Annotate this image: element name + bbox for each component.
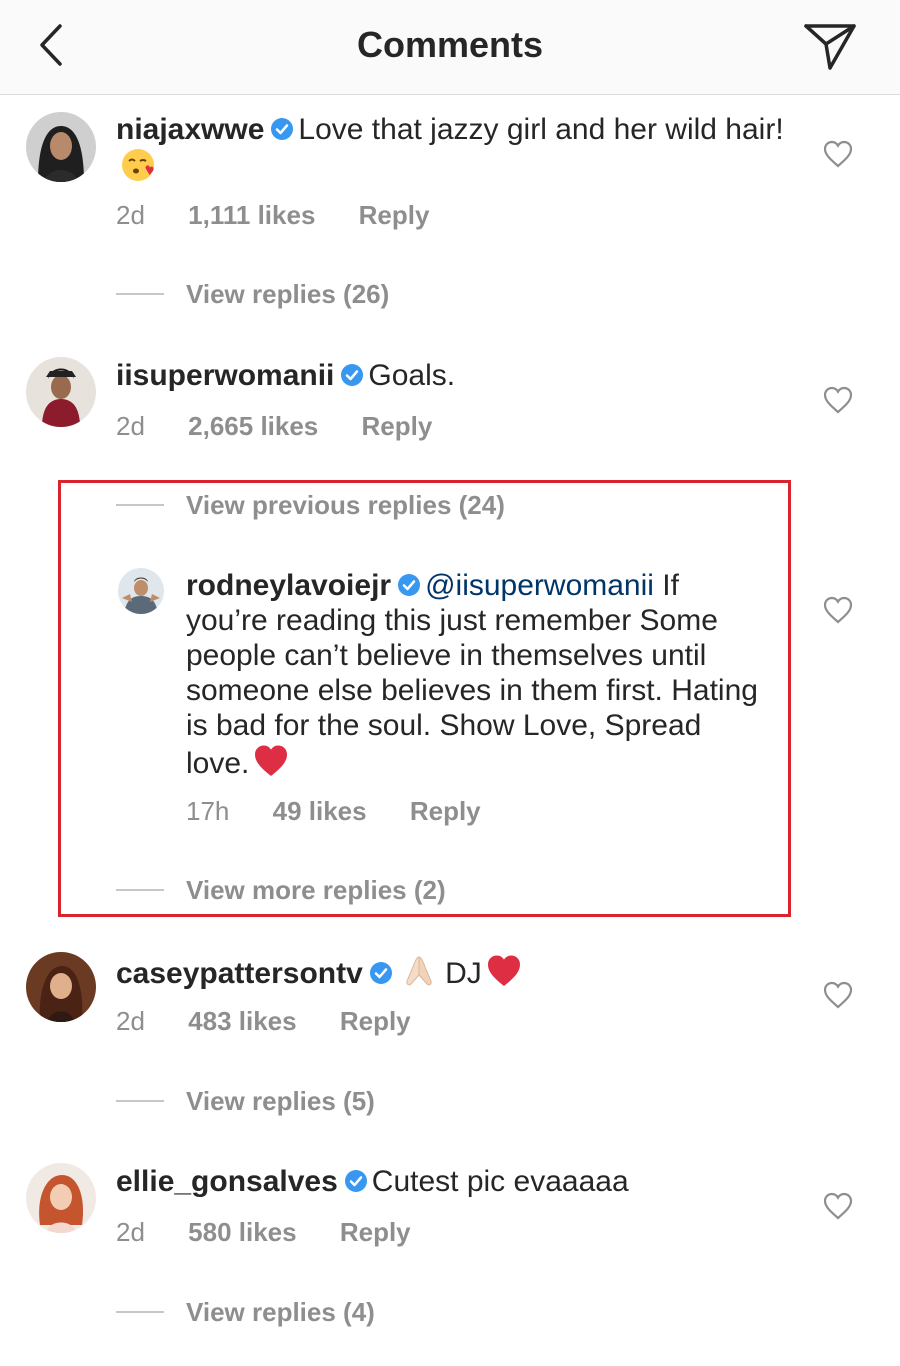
comment-username[interactable]: iisuperwomanii bbox=[116, 359, 334, 392]
comment-meta: 2d 2,665 likes Reply bbox=[116, 411, 432, 441]
like-heart-icon[interactable] bbox=[822, 980, 854, 1010]
like-heart-icon[interactable] bbox=[822, 385, 854, 415]
page-title: Comments bbox=[356, 24, 544, 65]
replies-divider bbox=[116, 1311, 164, 1313]
reply-button[interactable]: Reply bbox=[410, 796, 481, 826]
verified-badge-icon bbox=[341, 364, 364, 386]
view-more-replies-button[interactable]: View more replies (2) bbox=[186, 875, 446, 905]
header-bar: Comments bbox=[0, 0, 900, 95]
verified-badge-icon bbox=[344, 1170, 367, 1192]
like-heart-icon[interactable] bbox=[822, 595, 854, 625]
red-heart-emoji-icon bbox=[487, 955, 520, 986]
replies-divider bbox=[116, 504, 164, 506]
comment-likes[interactable]: 1,111 likes bbox=[188, 200, 315, 230]
reply-time: 17h bbox=[186, 796, 230, 826]
comment-username[interactable]: niajaxwwe bbox=[116, 113, 264, 146]
comment-meta: 2d 1,111 likes Reply bbox=[116, 200, 429, 230]
comment-username[interactable]: ellie_gonsalves bbox=[116, 1165, 338, 1198]
replies-divider bbox=[116, 889, 164, 891]
replies-divider bbox=[116, 1100, 164, 1102]
reply-button[interactable]: Reply bbox=[340, 1006, 411, 1036]
view-replies-button[interactable]: View replies (4) bbox=[186, 1297, 375, 1327]
view-replies-button[interactable]: View replies (5) bbox=[186, 1086, 375, 1116]
reply-meta: 17h 49 likes Reply bbox=[186, 796, 481, 826]
comment-meta: 2d 580 likes Reply bbox=[116, 1217, 411, 1247]
folded-hands-emoji-icon bbox=[406, 956, 432, 986]
verified-badge-icon bbox=[398, 574, 421, 596]
reply-button[interactable]: Reply bbox=[362, 411, 433, 441]
comment-text: Cutest pic evaaaaa bbox=[371, 1165, 629, 1198]
comment-time: 2d bbox=[116, 200, 145, 230]
reply-likes[interactable]: 49 likes bbox=[273, 796, 367, 826]
red-heart-emoji-icon bbox=[255, 745, 288, 776]
reply-body: rodneylavoiejr @iisuperwomanii If you’re … bbox=[186, 568, 766, 781]
kiss-face-emoji-icon bbox=[122, 149, 154, 181]
comment-text: DJ bbox=[445, 957, 482, 990]
verified-badge-icon bbox=[369, 962, 392, 984]
avatar-caseypattersontv[interactable] bbox=[26, 952, 96, 1022]
comment-likes[interactable]: 580 likes bbox=[188, 1217, 296, 1247]
comment-time: 2d bbox=[116, 1217, 145, 1247]
reply-button[interactable]: Reply bbox=[359, 200, 430, 230]
avatar-rodneylavoiejr[interactable] bbox=[118, 568, 164, 614]
comment-time: 2d bbox=[116, 411, 145, 441]
avatar-ellie-gonsalves[interactable] bbox=[26, 1163, 96, 1233]
comment-body: ellie_gonsalves Cutest pic evaaaaa bbox=[116, 1164, 796, 1199]
direct-send-icon[interactable] bbox=[800, 18, 860, 74]
reply-button[interactable]: Reply bbox=[340, 1217, 411, 1247]
comment-body: iisuperwomanii Goals. bbox=[116, 358, 796, 393]
reply-username[interactable]: rodneylavoiejr bbox=[186, 569, 391, 602]
comment-text: Love that jazzy girl and her wild hair! bbox=[298, 113, 784, 146]
verified-badge-icon bbox=[271, 118, 294, 140]
replies-divider bbox=[116, 293, 164, 295]
comment-username[interactable]: caseypattersontv bbox=[116, 957, 363, 990]
comment-likes[interactable]: 2,665 likes bbox=[188, 411, 318, 441]
comment-likes[interactable]: 483 likes bbox=[188, 1006, 296, 1036]
view-previous-replies-button[interactable]: View previous replies (24) bbox=[186, 490, 505, 520]
avatar-niajaxwwe[interactable] bbox=[26, 112, 96, 182]
comment-body: niajaxwwe Love that jazzy girl and her wi… bbox=[116, 112, 796, 185]
view-replies-button[interactable]: View replies (26) bbox=[186, 279, 389, 309]
comment-time: 2d bbox=[116, 1006, 145, 1036]
like-heart-icon[interactable] bbox=[822, 1191, 854, 1221]
avatar-iisuperwomanii[interactable] bbox=[26, 357, 96, 427]
comment-meta: 2d 483 likes Reply bbox=[116, 1006, 411, 1036]
comment-text: Goals. bbox=[368, 359, 456, 392]
reply-mention[interactable]: @iisuperwomanii bbox=[425, 569, 654, 602]
comment-body: caseypattersontv DJ bbox=[116, 953, 796, 991]
like-heart-icon[interactable] bbox=[822, 139, 854, 169]
